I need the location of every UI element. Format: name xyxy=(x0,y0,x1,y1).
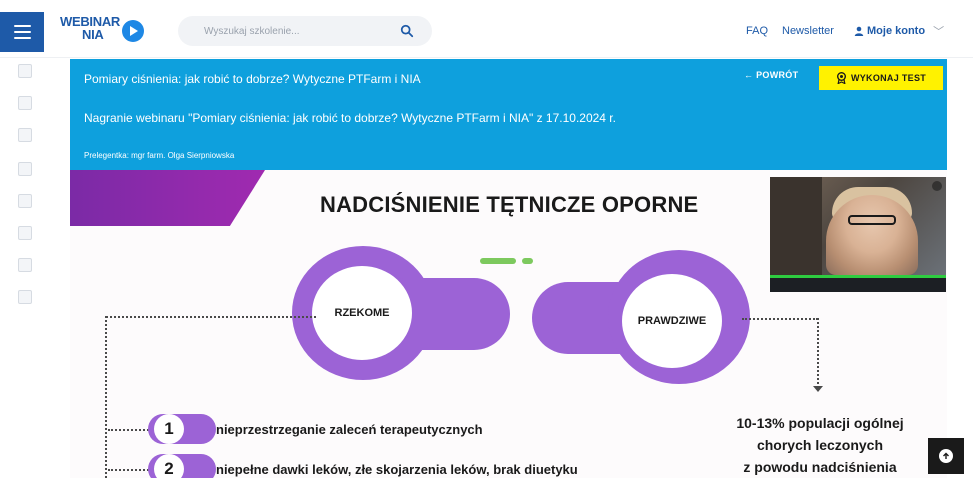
top-bar: WEBINAR NIA FAQ Newsletter Moje konto ﹀ xyxy=(0,0,973,58)
webinar-header-panel: Pomiary ciśnienia: jak robić to dobrze? … xyxy=(70,59,947,170)
connector-right-vertical xyxy=(817,318,819,388)
scroll-to-top-button[interactable] xyxy=(928,438,964,474)
webinar-speaker: Prelegentka: mgr farm. Olga Sierpniowska xyxy=(84,151,235,160)
arrow-up-icon xyxy=(939,449,953,463)
pin-icon xyxy=(932,181,942,191)
connector-left-top xyxy=(106,316,316,318)
back-label: ← POWRÓT xyxy=(744,70,799,80)
label-prawdziwe: PRAWDZIWE xyxy=(622,274,722,368)
slide-divider xyxy=(480,258,516,264)
search-input[interactable] xyxy=(178,16,398,46)
slide-divider-dot xyxy=(522,258,533,264)
stat-line-2: chorych leczonych xyxy=(756,437,884,453)
webcam-glasses xyxy=(848,215,896,225)
webcam-shelf xyxy=(770,177,822,275)
newsletter-link[interactable]: Newsletter xyxy=(782,25,834,37)
account-menu[interactable]: Moje konto ﹀ xyxy=(854,23,944,39)
statistic-text: 10-13% populacji ogólnej chorych leczony… xyxy=(706,412,934,478)
chevron-down-icon: ﹀ xyxy=(933,26,945,38)
slide-title: NADCIŚNIENIE TĘTNICZE OPORNE xyxy=(320,192,699,217)
logo-text-nia: NIA xyxy=(82,27,104,42)
connector-item-1 xyxy=(108,429,152,431)
connector-item-2 xyxy=(108,469,152,471)
arrow-down-icon xyxy=(813,386,823,392)
speaker-webcam xyxy=(770,177,946,292)
label-rzekome: RZEKOME xyxy=(312,266,412,360)
take-test-button[interactable]: WYKONAJ TEST xyxy=(819,66,943,90)
home-icon[interactable] xyxy=(18,64,32,78)
logo-play-icon xyxy=(122,20,144,42)
back-button[interactable]: ← POWRÓT xyxy=(744,70,798,80)
take-test-label: WYKONAJ TEST xyxy=(850,73,927,83)
sidebar xyxy=(0,58,44,478)
webcam-active-bar xyxy=(770,275,946,278)
slide-decoration xyxy=(70,170,265,226)
archive-icon[interactable] xyxy=(18,290,32,304)
item-text-1: nieprzestrzeganie zaleceń terapeutycznyc… xyxy=(216,422,483,437)
video-player[interactable]: NADCIŚNIENIE TĘTNICZE OPORNE RZEKOME PRA… xyxy=(70,170,947,478)
logo[interactable]: WEBINAR NIA xyxy=(60,14,160,46)
webinar-title: Pomiary ciśnienia: jak robić to dobrze? … xyxy=(84,72,421,86)
webinar-subtitle: Nagranie webinaru "Pomiary ciśnienia: ja… xyxy=(84,111,616,125)
item-number-1: 1 xyxy=(154,414,184,444)
faq-link[interactable]: FAQ xyxy=(746,25,768,37)
account-label: Moje konto xyxy=(867,25,926,37)
calendar-icon[interactable] xyxy=(18,162,32,176)
courses-icon[interactable] xyxy=(18,96,32,110)
webinar-icon[interactable] xyxy=(18,128,32,142)
certificate-icon[interactable] xyxy=(18,194,32,208)
award-icon xyxy=(836,72,846,84)
search-icon[interactable] xyxy=(400,24,414,38)
connector-left-vertical xyxy=(105,316,107,478)
search-box xyxy=(178,16,432,46)
menu-icon[interactable] xyxy=(0,12,44,52)
item-number-2: 2 xyxy=(154,454,184,478)
stat-line-1: 10-13% populacji ogólnej xyxy=(736,415,904,431)
stat-line-3: z powodu nadciśnienia xyxy=(743,459,897,475)
app-root: WEBINAR NIA FAQ Newsletter Moje konto ﹀ xyxy=(0,0,973,478)
tests-icon[interactable] xyxy=(18,226,32,240)
user-icon xyxy=(854,26,864,36)
item-text-2: niepełne dawki leków, złe skojarzenia le… xyxy=(216,462,578,477)
connector-right-top xyxy=(742,318,818,320)
document-icon[interactable] xyxy=(18,258,32,272)
